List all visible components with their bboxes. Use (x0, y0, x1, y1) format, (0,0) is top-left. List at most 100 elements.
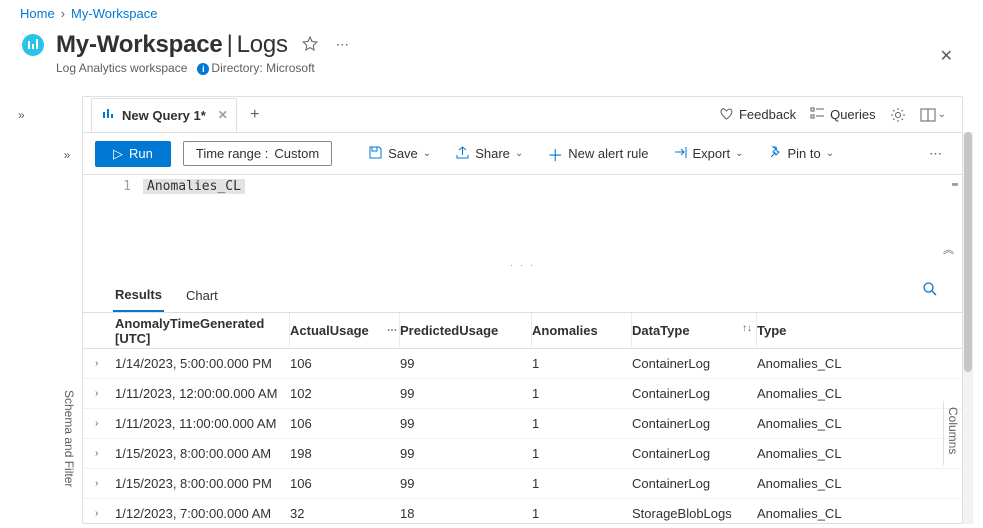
search-icon[interactable] (922, 281, 938, 300)
time-range-picker[interactable]: Time range : Custom (183, 141, 332, 166)
expand-row-icon[interactable]: › (95, 358, 115, 369)
chevron-down-icon: ⌄ (826, 148, 834, 159)
tab-results[interactable]: Results (113, 281, 164, 312)
cell-anom: 1 (532, 446, 632, 461)
expand-row-icon[interactable]: › (95, 448, 115, 459)
cell-anom: 1 (532, 476, 632, 491)
feedback-button[interactable]: Feedback (719, 106, 796, 124)
col-anomalies[interactable]: Anomalies (532, 313, 632, 348)
resize-handle[interactable]: · · · (83, 261, 962, 275)
expand-row-icon[interactable]: › (95, 508, 115, 519)
columns-rail[interactable]: Columns (943, 401, 962, 465)
cell-dtype: ContainerLog (632, 416, 757, 431)
share-label: Share (475, 146, 510, 161)
star-icon[interactable] (298, 32, 322, 59)
cell-anom: 1 (532, 416, 632, 431)
cell-time: 1/15/2023, 8:00:00.000 AM (115, 446, 290, 461)
queries-label: Queries (830, 107, 876, 122)
cell-dtype: StorageBlobLogs (632, 506, 757, 521)
cell-pred: 99 (400, 356, 532, 371)
scroll-up-icon[interactable]: ︽ (943, 241, 954, 257)
page-title: My-Workspace|Logs (56, 31, 288, 59)
query-tab-label: New Query 1* (122, 108, 206, 123)
cell-actual: 106 (290, 416, 400, 431)
cell-type: Anomalies_CL (757, 416, 857, 431)
table-row[interactable]: ›1/11/2023, 11:00:00.000 AM106991Contain… (83, 409, 962, 439)
breadcrumb-home[interactable]: Home (20, 6, 55, 21)
breadcrumb-workspace[interactable]: My-Workspace (71, 6, 157, 21)
expand-row-icon[interactable]: › (95, 388, 115, 399)
subtitle-kind: Log Analytics workspace (56, 61, 187, 75)
queries-button[interactable]: Queries (810, 106, 876, 124)
more-icon[interactable]: ⋯ (387, 325, 397, 336)
table-row[interactable]: ›1/12/2023, 7:00:00.000 AM32181StorageBl… (83, 499, 962, 524)
close-button[interactable]: ✕ (940, 46, 953, 66)
chevron-down-icon: ⌄ (423, 148, 431, 159)
cell-time: 1/12/2023, 7:00:00.000 AM (115, 506, 290, 521)
cell-type: Anomalies_CL (757, 386, 857, 401)
cell-pred: 99 (400, 386, 532, 401)
cell-type: Anomalies_CL (757, 446, 857, 461)
new-alert-button[interactable]: ＋ New alert rule (541, 138, 654, 170)
expand-row-icon[interactable]: › (95, 478, 115, 489)
gear-icon[interactable] (890, 107, 906, 123)
time-range-value: Custom (274, 146, 319, 161)
cell-pred: 99 (400, 416, 532, 431)
heart-icon (719, 106, 734, 124)
save-button[interactable]: Save ⌄ (362, 141, 437, 167)
add-tab-button[interactable]: + (241, 101, 269, 129)
cell-dtype: ContainerLog (632, 476, 757, 491)
table-row[interactable]: ›1/11/2023, 12:00:00.000 AM102991Contain… (83, 379, 962, 409)
col-actual-usage[interactable]: ActualUsage⋯ (290, 313, 400, 348)
play-icon: ▷ (113, 146, 123, 162)
run-button[interactable]: ▷ Run (95, 141, 171, 167)
table-row[interactable]: ›1/15/2023, 8:00:00.000 AM198991Containe… (83, 439, 962, 469)
pin-button[interactable]: Pin to ⌄ (761, 141, 840, 167)
title-workspace: My-Workspace (56, 31, 223, 58)
close-tab-icon[interactable]: ✕ (218, 108, 228, 122)
query-panel: » New Query 1* ✕ + Feedback Queries (52, 96, 973, 524)
cell-anom: 1 (532, 356, 632, 371)
share-button[interactable]: Share ⌄ (449, 141, 529, 167)
chevron-down-icon: ⌄ (735, 148, 743, 159)
feedback-label: Feedback (739, 107, 796, 122)
col-type[interactable]: Type (757, 313, 857, 348)
cell-pred: 99 (400, 476, 532, 491)
cell-anom: 1 (532, 506, 632, 521)
sort-icon[interactable]: ↑↓ (742, 323, 752, 334)
tab-query-1[interactable]: New Query 1* ✕ (91, 98, 237, 132)
info-icon[interactable]: i (197, 63, 209, 75)
toolbar-more-icon[interactable]: ⋯ (923, 146, 950, 162)
export-button[interactable]: Export ⌄ (667, 141, 750, 167)
chevron-right-icon: › (61, 6, 65, 21)
save-label: Save (388, 146, 418, 161)
cell-dtype: ContainerLog (632, 356, 757, 371)
cell-time: 1/11/2023, 12:00:00.000 AM (115, 386, 290, 401)
query-code: Anomalies_CL (143, 179, 245, 194)
cell-type: Anomalies_CL (757, 506, 857, 521)
query-tab-icon (102, 107, 116, 124)
page-title-row: My-Workspace|Logs ⋯ (0, 27, 983, 61)
table-row[interactable]: ›1/14/2023, 5:00:00.000 PM106991Containe… (83, 349, 962, 379)
chevron-down-icon: ⌄ (938, 109, 946, 120)
scrollbar-thumb[interactable] (964, 132, 972, 372)
cell-pred: 99 (400, 446, 532, 461)
reading-pane-icon[interactable]: ⌄ (920, 107, 946, 123)
table-row[interactable]: ›1/15/2023, 8:00:00.000 PM106991Containe… (83, 469, 962, 499)
minimap-icon: ▬ (952, 179, 958, 190)
schema-filter-rail[interactable]: Schema and Filter (60, 390, 76, 520)
tab-chart[interactable]: Chart (184, 282, 220, 311)
scrollbar[interactable] (963, 132, 973, 524)
directory-label: Directory: Microsoft (211, 61, 314, 75)
col-datatype[interactable]: DataType↑↓ (632, 313, 757, 348)
more-icon[interactable]: ⋯ (332, 33, 353, 57)
collapse-left-icon[interactable]: » (18, 108, 25, 122)
title-section: Logs (237, 31, 288, 58)
expand-row-icon[interactable]: › (95, 418, 115, 429)
query-editor[interactable]: 1Anomalies_CL ▬ ︽ (83, 175, 962, 261)
col-time[interactable]: AnomalyTimeGenerated [UTC] (115, 313, 290, 348)
cell-pred: 18 (400, 506, 532, 521)
result-tab-bar: Results Chart (83, 275, 962, 313)
plus-icon: ＋ (547, 142, 563, 166)
col-predicted-usage[interactable]: PredictedUsage (400, 313, 532, 348)
